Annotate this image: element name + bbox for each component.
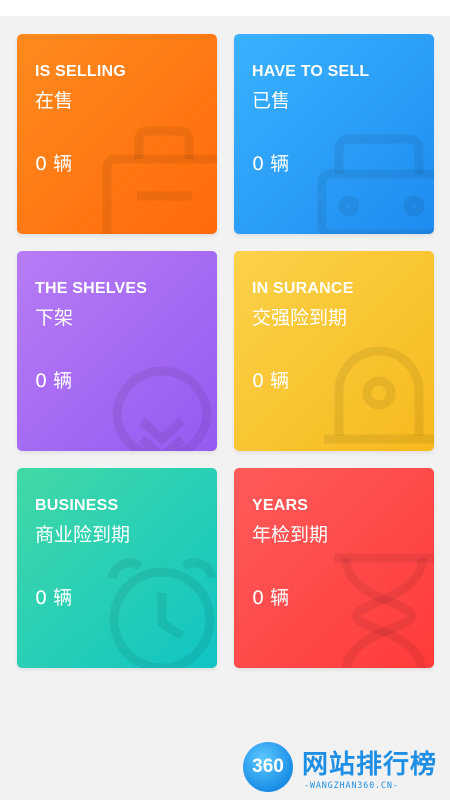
card-title-zh: 在售 (35, 90, 74, 112)
card-title-zh: 年检到期 (252, 524, 329, 546)
card-business[interactable]: BUSINESS 商业险到期 0 辆 (17, 468, 217, 668)
card-title-zh: 商业险到期 (35, 524, 131, 546)
bell-icon (314, 331, 434, 451)
card-count: 0 辆 (35, 370, 73, 392)
card-title-en: IS SELLING (35, 63, 126, 80)
card-in-surance[interactable]: IN SURANCE 交强险到期 0 辆 (234, 251, 434, 451)
watermark-url: -WANGZHAN360.CN- (304, 781, 399, 791)
briefcase-icon (97, 114, 217, 234)
card-title-en: BUSINESS (35, 497, 119, 514)
card-title-en: HAVE TO SELL (252, 63, 370, 80)
status-bar (0, 0, 450, 16)
card-title-en: IN SURANCE (252, 280, 354, 297)
truck-icon (314, 114, 434, 234)
card-count: 0 辆 (35, 153, 73, 175)
card-is-selling[interactable]: IS SELLING 在售 0 辆 (17, 34, 217, 234)
card-title-zh: 已售 (252, 90, 291, 112)
card-count: 0 辆 (252, 587, 290, 609)
card-count: 0 辆 (252, 370, 290, 392)
hourglass-icon (314, 548, 434, 668)
card-years[interactable]: YEARS 年检到期 0 辆 (234, 468, 434, 668)
card-title-en: THE SHELVES (35, 280, 148, 297)
watermark: 360 网站排行榜 -WANGZHAN360.CN- (240, 740, 450, 800)
card-the-shelves[interactable]: THE SHELVES 下架 0 辆 (17, 251, 217, 451)
card-title-zh: 下架 (35, 307, 74, 329)
down-arrow-circle-icon (97, 331, 217, 451)
card-have-to-sell[interactable]: HAVE TO SELL 已售 0 辆 (234, 34, 434, 234)
watermark-title: 网站排行榜 (302, 750, 438, 780)
card-title-en: YEARS (252, 497, 309, 514)
card-count: 0 辆 (252, 153, 290, 175)
watermark-logo: 360 (243, 742, 293, 792)
card-title-zh: 交强险到期 (252, 307, 348, 329)
card-count: 0 辆 (35, 587, 73, 609)
alarm-clock-icon (97, 548, 217, 668)
